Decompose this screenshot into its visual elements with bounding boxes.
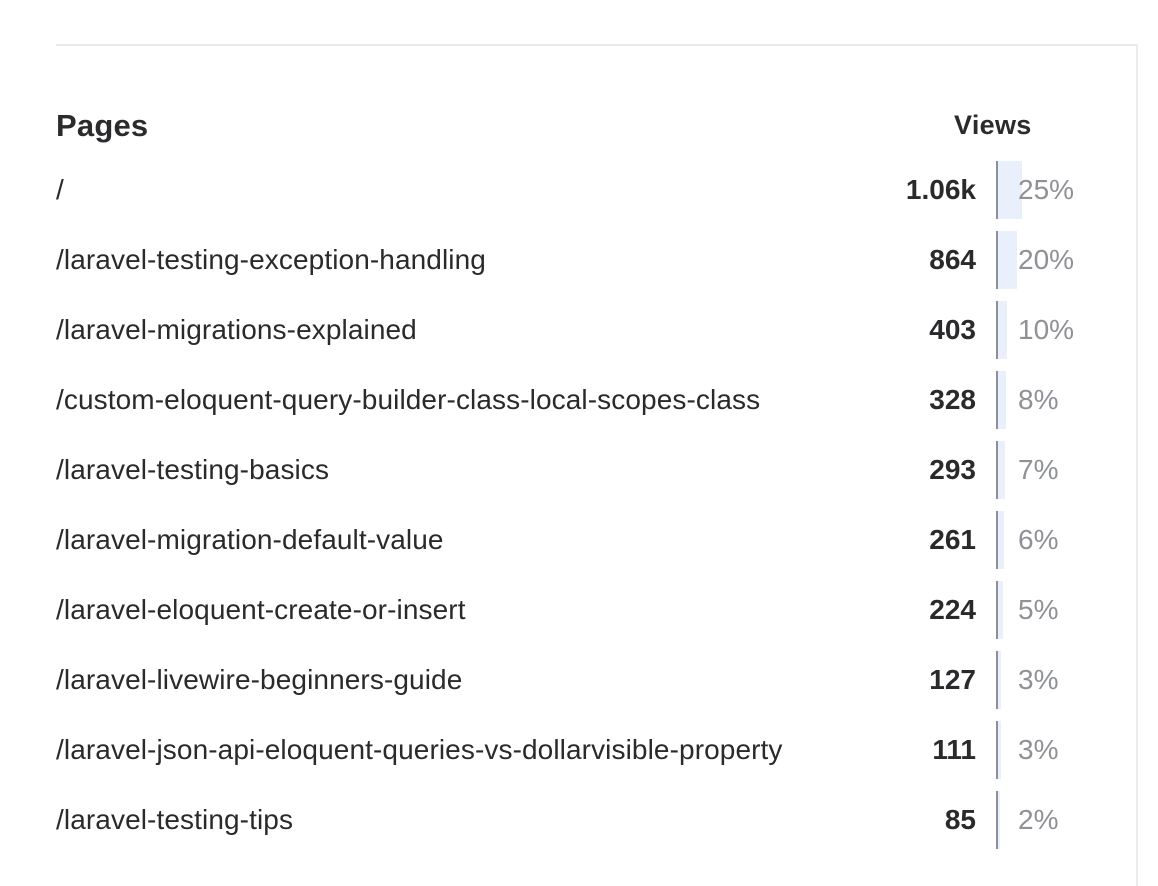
page-view-percent: 3% — [1018, 664, 1059, 695]
page-path-link[interactable]: /laravel-testing-basics — [56, 435, 329, 505]
views-column-header[interactable]: Views — [954, 110, 1032, 141]
page-path-link[interactable]: /laravel-migration-default-value — [56, 505, 444, 575]
share-bar — [998, 301, 1007, 359]
table-row: /laravel-migration-default-value 261 6% — [56, 505, 1096, 575]
table-row: /laravel-livewire-beginners-guide 127 3% — [56, 645, 1096, 715]
page-view-count: 864 — [929, 244, 976, 275]
share-bar — [998, 441, 1005, 499]
top-divider — [56, 44, 1136, 46]
table-row: /laravel-eloquent-create-or-insert 224 5… — [56, 575, 1096, 645]
page-view-percent: 3% — [1018, 734, 1059, 765]
table-row: /laravel-testing-exception-handling 864 … — [56, 225, 1096, 295]
page-view-count: 261 — [929, 524, 976, 555]
share-bar — [998, 581, 1003, 639]
page-view-count: 224 — [929, 594, 976, 625]
page-view-count: 127 — [929, 664, 976, 695]
share-bar — [998, 651, 1001, 709]
page-view-count: 111 — [932, 734, 976, 765]
table-row: /custom-eloquent-query-builder-class-loc… — [56, 365, 1096, 435]
page-view-percent: 2% — [1018, 804, 1059, 835]
table-row: /laravel-testing-tips 85 2% — [56, 785, 1096, 855]
share-bar — [998, 231, 1017, 289]
table-row: / 1.06k 25% — [56, 155, 1096, 225]
share-bar — [998, 721, 1001, 779]
page-path-link[interactable]: /laravel-json-api-eloquent-queries-vs-do… — [56, 715, 783, 785]
share-bar — [998, 791, 1000, 849]
page-view-count: 85 — [944, 804, 976, 835]
page-view-percent: 7% — [1018, 454, 1059, 485]
page-view-percent: 20% — [1018, 244, 1075, 275]
page-view-count: 328 — [929, 384, 976, 415]
table-row: /laravel-migrations-explained 403 10% — [56, 295, 1096, 365]
table-header: Pages Views — [56, 100, 1096, 155]
page-view-percent: 5% — [1018, 594, 1059, 625]
page-path-link[interactable]: /laravel-migrations-explained — [56, 295, 417, 365]
page-view-count: 403 — [929, 314, 976, 345]
page-view-percent: 10% — [1018, 314, 1075, 345]
pages-panel: Pages Views / 1.06k 25% /laravel-testing… — [56, 100, 1096, 855]
pages-column-header: Pages — [56, 108, 149, 143]
page-path-link[interactable]: / — [56, 155, 64, 225]
page-view-count: 293 — [929, 454, 976, 485]
share-bar — [998, 371, 1006, 429]
page-view-percent: 8% — [1018, 384, 1059, 415]
table-row: /laravel-testing-basics 293 7% — [56, 435, 1096, 505]
page-view-percent: 6% — [1018, 524, 1059, 555]
right-divider — [1136, 44, 1138, 886]
page-path-link[interactable]: /custom-eloquent-query-builder-class-loc… — [56, 365, 760, 435]
page-path-link[interactable]: /laravel-livewire-beginners-guide — [56, 645, 462, 715]
page-path-link[interactable]: /laravel-testing-exception-handling — [56, 225, 486, 295]
pages-list: / 1.06k 25% /laravel-testing-exception-h… — [56, 155, 1096, 855]
page-path-link[interactable]: /laravel-testing-tips — [56, 785, 293, 855]
page-view-count: 1.06k — [905, 174, 976, 205]
table-row: /laravel-json-api-eloquent-queries-vs-do… — [56, 715, 1096, 785]
share-bar — [998, 511, 1004, 569]
page-view-percent: 25% — [1018, 174, 1075, 205]
page-path-link[interactable]: /laravel-eloquent-create-or-insert — [56, 575, 466, 645]
